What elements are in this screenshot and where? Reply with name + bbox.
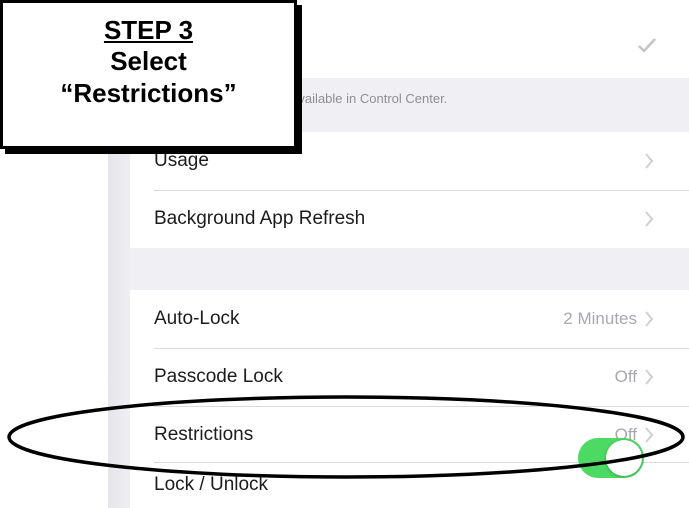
auto-lock-row[interactable]: Auto-Lock 2 Minutes xyxy=(130,290,689,348)
toggle-knob xyxy=(606,440,642,476)
chevron-right-icon xyxy=(645,153,654,169)
chevron-right-icon xyxy=(645,369,654,385)
restrictions-label: Restrictions xyxy=(154,424,254,445)
step-title: STEP 3 xyxy=(103,15,194,45)
lock-unlock-toggle[interactable] xyxy=(578,438,644,478)
passcode-lock-label: Passcode Lock xyxy=(154,366,283,387)
check-icon xyxy=(638,38,656,53)
control-center-footer: Available in Control Center. xyxy=(290,91,448,106)
usage-label: Usage xyxy=(154,150,209,171)
instruction-callout: STEP 3 Select “Restrictions” xyxy=(0,0,297,149)
background-app-refresh-label: Background App Refresh xyxy=(154,208,366,229)
auto-lock-value: 2 Minutes xyxy=(563,309,637,328)
step-target: “Restrictions” xyxy=(60,78,237,108)
step-action: Select xyxy=(110,46,187,76)
passcode-lock-row[interactable]: Passcode Lock Off xyxy=(130,348,689,406)
passcode-lock-value: Off xyxy=(614,367,637,386)
chevron-right-icon xyxy=(645,311,654,327)
chevron-right-icon xyxy=(645,427,654,443)
chevron-right-icon xyxy=(645,211,654,227)
lock-unlock-label: Lock / Unlock xyxy=(154,474,269,495)
auto-lock-label: Auto-Lock xyxy=(154,308,240,329)
usage-group: Usage Background App Refresh xyxy=(130,132,689,248)
background-app-refresh-row[interactable]: Background App Refresh xyxy=(130,190,689,248)
